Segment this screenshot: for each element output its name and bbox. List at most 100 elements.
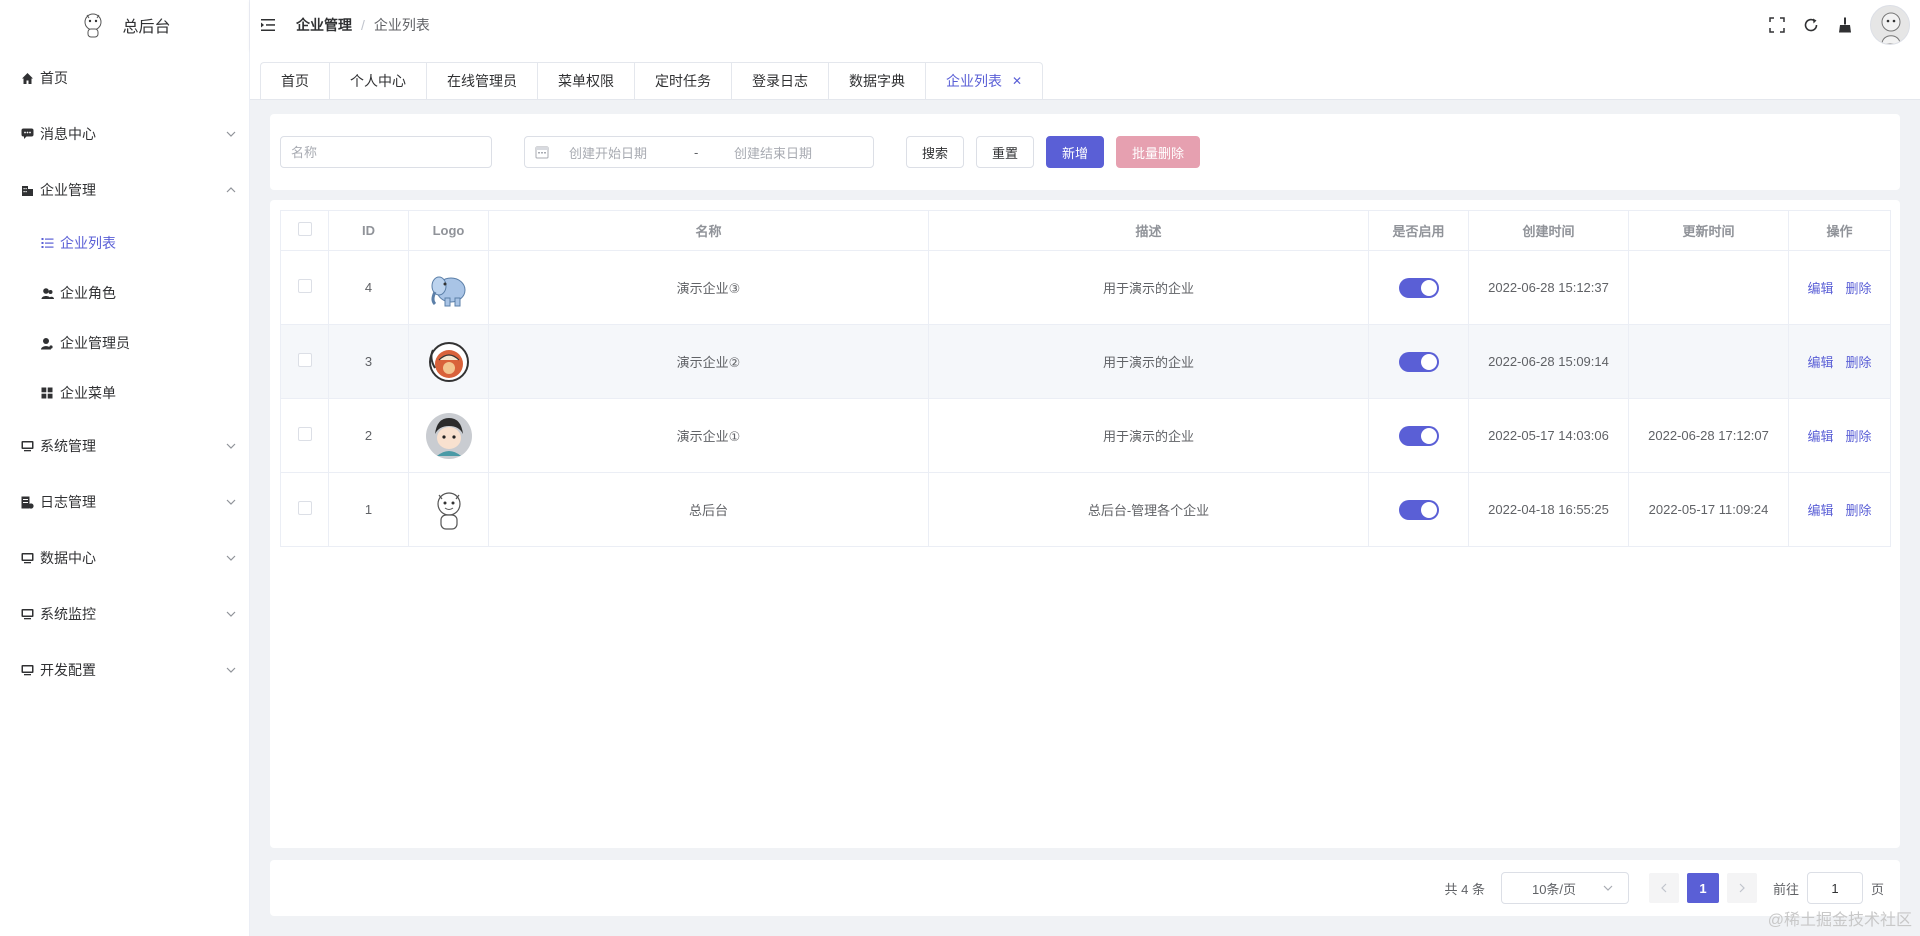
tab-data-dictionary[interactable]: 数据字典	[828, 62, 925, 99]
app-title: 总后台	[122, 19, 171, 36]
sidebar-item-company[interactable]: 企业管理	[0, 162, 249, 218]
sidebar-item-logs[interactable]: 日志管理	[0, 474, 249, 530]
row-checkbox[interactable]	[297, 353, 312, 367]
avatar[interactable]	[1870, 5, 1910, 45]
name-search-field[interactable]	[280, 136, 492, 168]
page-number-current[interactable]: 1	[1686, 873, 1719, 903]
row-select-cell[interactable]	[280, 250, 329, 325]
sidebar-item-company-role[interactable]: 企业角色	[0, 268, 249, 318]
column-header: 操作	[1788, 210, 1891, 251]
start-date-input[interactable]: 创建开始日期	[569, 143, 694, 162]
goto-page-input[interactable]	[1806, 872, 1863, 904]
sidebar-item-company-list[interactable]: 企业列表	[0, 218, 249, 268]
table-panel: ID Logo 名称 描述 是否启用 创建时间 更新时间 操作 4 演示企业③ …	[270, 200, 1900, 848]
date-range-picker[interactable]: 创建开始日期 - 创建结束日期	[524, 136, 874, 168]
boy-avatar-logo-icon	[425, 412, 472, 459]
delete-button[interactable]: 删除	[1846, 503, 1872, 518]
delete-button[interactable]: 删除	[1846, 281, 1872, 296]
tab-menu-permissions[interactable]: 菜单权限	[537, 62, 634, 99]
end-date-input[interactable]: 创建结束日期	[734, 143, 854, 162]
fullscreen-icon[interactable]	[1768, 16, 1786, 34]
row-checkbox[interactable]	[297, 279, 312, 293]
reset-button[interactable]: 重置	[976, 136, 1035, 168]
tab-login-logs[interactable]: 登录日志	[731, 62, 828, 99]
row-select-cell[interactable]	[280, 398, 329, 473]
sidebar-item-messages[interactable]: 消息中心	[0, 106, 249, 162]
tab-home[interactable]: 首页	[260, 62, 329, 99]
monitor-icon	[20, 663, 34, 677]
goto-label: 前往	[1772, 881, 1799, 897]
batch-delete-button[interactable]: 批量删除	[1116, 136, 1201, 168]
sidebar-item-company-admin[interactable]: 企业管理员	[0, 318, 249, 368]
goto-page: 前往 页	[1773, 872, 1884, 904]
row-select-cell[interactable]	[280, 472, 329, 547]
user-icon	[40, 336, 54, 350]
id-cell: 3	[328, 324, 409, 399]
edit-button[interactable]: 编辑	[1807, 503, 1833, 518]
delete-button[interactable]: 删除	[1846, 429, 1872, 444]
monitor-icon	[20, 607, 34, 621]
row-checkbox[interactable]	[297, 501, 312, 515]
prev-page-button[interactable]	[1648, 873, 1679, 903]
tab-company-list[interactable]: 企业列表 ✕	[925, 62, 1044, 99]
refresh-icon[interactable]	[1802, 16, 1820, 34]
enabled-switch[interactable]	[1398, 351, 1439, 372]
select-all-cell[interactable]	[280, 210, 329, 251]
actions-cell: 编辑 删除	[1788, 398, 1891, 473]
enabled-cell	[1368, 324, 1469, 399]
sidebar-item-label: 企业列表	[60, 235, 116, 251]
page-size-select[interactable]: 10条/页	[1500, 872, 1629, 904]
chevron-down-icon	[226, 667, 236, 673]
actions-cell: 编辑 删除	[1788, 250, 1891, 325]
add-button[interactable]: 新增	[1046, 136, 1105, 168]
sidebar-item-label: 消息中心	[40, 126, 96, 142]
row-checkbox[interactable]	[297, 427, 312, 441]
sidebar-item-label: 企业角色	[60, 285, 116, 301]
row-select-cell[interactable]	[280, 324, 329, 399]
name-cell: 演示企业③	[488, 250, 929, 325]
sidebar-item-label: 日志管理	[40, 494, 96, 510]
select-all-checkbox[interactable]	[297, 222, 312, 236]
created-cell: 2022-04-18 16:55:25	[1468, 472, 1629, 547]
enabled-switch[interactable]	[1398, 425, 1439, 446]
broom-icon[interactable]	[1836, 16, 1854, 34]
column-header: 创建时间	[1468, 210, 1629, 251]
monitor-icon	[20, 551, 34, 565]
tab-profile[interactable]: 个人中心	[329, 62, 426, 99]
menu-fold-icon[interactable]	[260, 17, 276, 33]
edit-button[interactable]: 编辑	[1807, 281, 1833, 296]
sidebar-item-home[interactable]: 首页	[0, 50, 249, 106]
goto-unit: 页	[1870, 881, 1884, 897]
sidebar-item-system[interactable]: 系统管理	[0, 418, 249, 474]
delete-button[interactable]: 删除	[1846, 355, 1872, 370]
next-page-button[interactable]	[1726, 873, 1757, 903]
sidebar-item-dev-config[interactable]: 开发配置	[0, 642, 249, 698]
enabled-switch[interactable]	[1398, 277, 1439, 298]
sidebar-item-system-monitor[interactable]: 系统监控	[0, 586, 249, 642]
sidebar-item-label: 系统管理	[40, 438, 96, 454]
chevron-down-icon	[226, 499, 236, 505]
name-cell: 总后台	[488, 472, 929, 547]
updated-cell: 2022-05-17 11:09:24	[1628, 472, 1789, 547]
breadcrumb: 企业管理 / 企业列表	[296, 15, 430, 35]
enabled-cell	[1368, 472, 1469, 547]
name-search-input[interactable]	[291, 144, 481, 160]
column-header: Logo	[408, 210, 489, 251]
search-button[interactable]: 搜索	[906, 136, 965, 168]
enabled-switch[interactable]	[1398, 499, 1439, 520]
tab-scheduled-tasks[interactable]: 定时任务	[634, 62, 731, 99]
tags-view: 首页 个人中心 在线管理员 菜单权限 定时任务 登录日志 数据字典 企业列表 ✕	[250, 50, 1920, 100]
edit-button[interactable]: 编辑	[1807, 429, 1833, 444]
breadcrumb-parent[interactable]: 企业管理	[296, 15, 352, 35]
grid-icon	[40, 386, 54, 400]
sidebar-item-company-menu[interactable]: 企业菜单	[0, 368, 249, 418]
home-icon	[20, 71, 34, 85]
chevron-down-icon	[1603, 885, 1613, 891]
edit-button[interactable]: 编辑	[1807, 355, 1833, 370]
name-cell: 演示企业②	[488, 324, 929, 399]
tab-online-admins[interactable]: 在线管理员	[426, 62, 537, 99]
sidebar-item-data-center[interactable]: 数据中心	[0, 530, 249, 586]
close-icon[interactable]: ✕	[1012, 74, 1022, 88]
role-icon	[40, 286, 54, 300]
calendar-icon	[535, 146, 549, 159]
